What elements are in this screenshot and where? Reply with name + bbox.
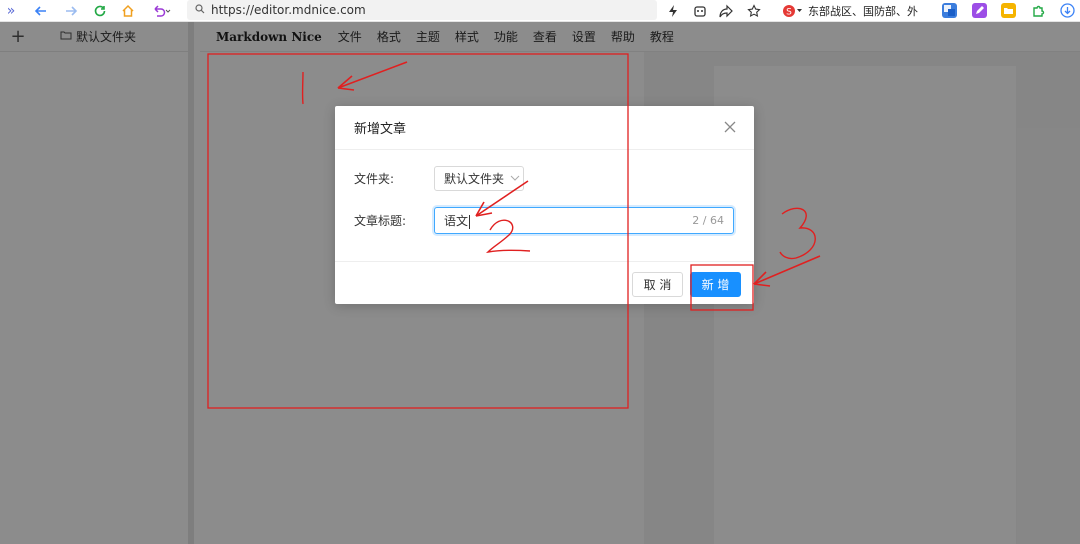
- folder-select[interactable]: 默认文件夹: [434, 166, 524, 191]
- reload-icon: [94, 5, 106, 17]
- title-row: 文章标题: 语文 2 / 64: [354, 207, 734, 234]
- folder-row: 文件夹: 默认文件夹: [354, 166, 524, 191]
- forward-button[interactable]: [62, 1, 80, 21]
- text-caret: [469, 214, 471, 229]
- dialog-header: 新增文章: [335, 106, 754, 150]
- article-title-value: 语文: [444, 214, 469, 228]
- back-button[interactable]: [32, 1, 50, 21]
- undo-button[interactable]: [150, 1, 172, 21]
- article-title-input[interactable]: 语文 2 / 64: [434, 207, 734, 234]
- sidebar-toggle-icon[interactable]: »: [4, 1, 18, 21]
- puzzle-extension-icon[interactable]: [1030, 3, 1045, 18]
- folder-extension-icon[interactable]: [1001, 3, 1016, 18]
- browser-toolbar: » https://editor.mdnice.com S 东部战区、国防部、外: [0, 0, 1080, 22]
- news-ticker[interactable]: 东部战区、国防部、外: [808, 3, 918, 19]
- add-article-button[interactable]: 新 增: [690, 272, 741, 297]
- translate-extension-icon[interactable]: [942, 3, 957, 18]
- dialog-title: 新增文章: [354, 122, 407, 137]
- url-text: https://editor.mdnice.com: [211, 3, 366, 17]
- folder-select-value: 默认文件夹: [444, 172, 505, 186]
- share-icon[interactable]: [718, 1, 734, 21]
- address-bar[interactable]: https://editor.mdnice.com: [187, 0, 657, 20]
- new-article-dialog: 新增文章 文件夹: 默认文件夹 文章标题: 语文 2 / 64 取 消 新 增: [335, 106, 754, 304]
- search-icon: [195, 3, 205, 17]
- arrow-right-icon: [66, 6, 78, 16]
- char-counter: 2 / 64: [692, 214, 724, 227]
- search-engine-icon[interactable]: S: [781, 1, 805, 21]
- svg-text:S: S: [786, 8, 792, 18]
- download-icon[interactable]: [1060, 3, 1075, 18]
- undo-icon: [154, 5, 171, 17]
- lightning-icon[interactable]: [665, 1, 681, 21]
- arrow-left-icon: [34, 6, 46, 16]
- robot-icon[interactable]: [692, 1, 708, 21]
- cancel-button[interactable]: 取 消: [632, 272, 683, 297]
- pen-extension-icon[interactable]: [972, 3, 987, 18]
- home-button[interactable]: [119, 1, 137, 21]
- home-icon: [122, 4, 134, 17]
- title-label: 文章标题:: [354, 214, 407, 228]
- star-icon[interactable]: [745, 1, 763, 21]
- chevron-down-icon: [510, 174, 520, 184]
- close-icon[interactable]: [722, 119, 738, 135]
- reload-button[interactable]: [91, 1, 109, 21]
- dialog-footer: 取 消 新 增: [335, 261, 754, 304]
- folder-label: 文件夹:: [354, 172, 395, 186]
